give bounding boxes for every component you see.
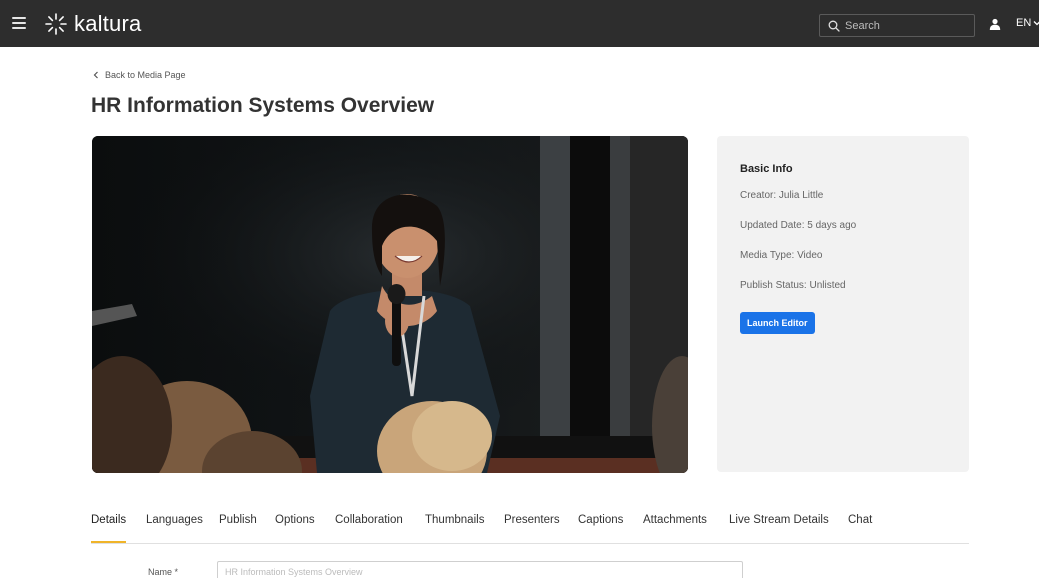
search-box[interactable] [819, 14, 975, 37]
tab-presenters[interactable]: Presenters [504, 514, 560, 543]
chevron-down-icon [1033, 21, 1039, 26]
name-input[interactable] [217, 561, 743, 578]
language-label: EN [1016, 17, 1032, 29]
page-title: HR Information Systems Overview [91, 94, 435, 117]
updated-date-text: Updated Date: 5 days ago [740, 220, 857, 231]
logo-text: kaltura [74, 11, 142, 36]
tab-thumbnails[interactable]: Thumbnails [425, 514, 484, 543]
basic-info-panel: Basic Info Creator: Julia Little Updated… [717, 136, 969, 472]
edit-tabs: Details Languages Publish Options Collab… [91, 514, 969, 544]
user-icon[interactable] [989, 18, 1001, 30]
name-field-label: Name * [148, 567, 179, 577]
video-thumbnail [92, 136, 688, 473]
media-type-text: Media Type: Video [740, 250, 823, 261]
tab-live-stream-details[interactable]: Live Stream Details [729, 514, 829, 543]
basic-info-heading: Basic Info [740, 163, 793, 175]
tab-details[interactable]: Details [91, 514, 127, 543]
back-link-label: Back to Media Page [105, 70, 186, 80]
tab-collaboration[interactable]: Collaboration [335, 514, 403, 543]
top-navigation-bar: kaltura EN [0, 0, 1039, 47]
language-selector[interactable]: EN [1016, 17, 1039, 29]
search-icon [828, 20, 840, 32]
kaltura-logo[interactable]: kaltura [44, 10, 141, 38]
tab-captions[interactable]: Captions [578, 514, 623, 543]
tab-publish[interactable]: Publish [219, 514, 257, 543]
tab-options[interactable]: Options [275, 514, 315, 543]
back-to-media-link[interactable]: Back to Media Page [93, 70, 186, 80]
creator-text: Creator: Julia Little [740, 190, 824, 201]
search-input[interactable] [845, 19, 965, 32]
kaltura-burst-icon [45, 13, 67, 35]
tab-chat[interactable]: Chat [848, 514, 872, 543]
publish-status-text: Publish Status: Unlisted [740, 280, 846, 291]
launch-editor-button[interactable]: Launch Editor [740, 312, 815, 334]
tab-attachments[interactable]: Attachments [643, 514, 707, 543]
hamburger-menu-icon[interactable] [12, 17, 26, 29]
tab-languages[interactable]: Languages [146, 514, 203, 543]
chevron-left-icon [93, 71, 98, 79]
media-player[interactable] [92, 136, 688, 473]
